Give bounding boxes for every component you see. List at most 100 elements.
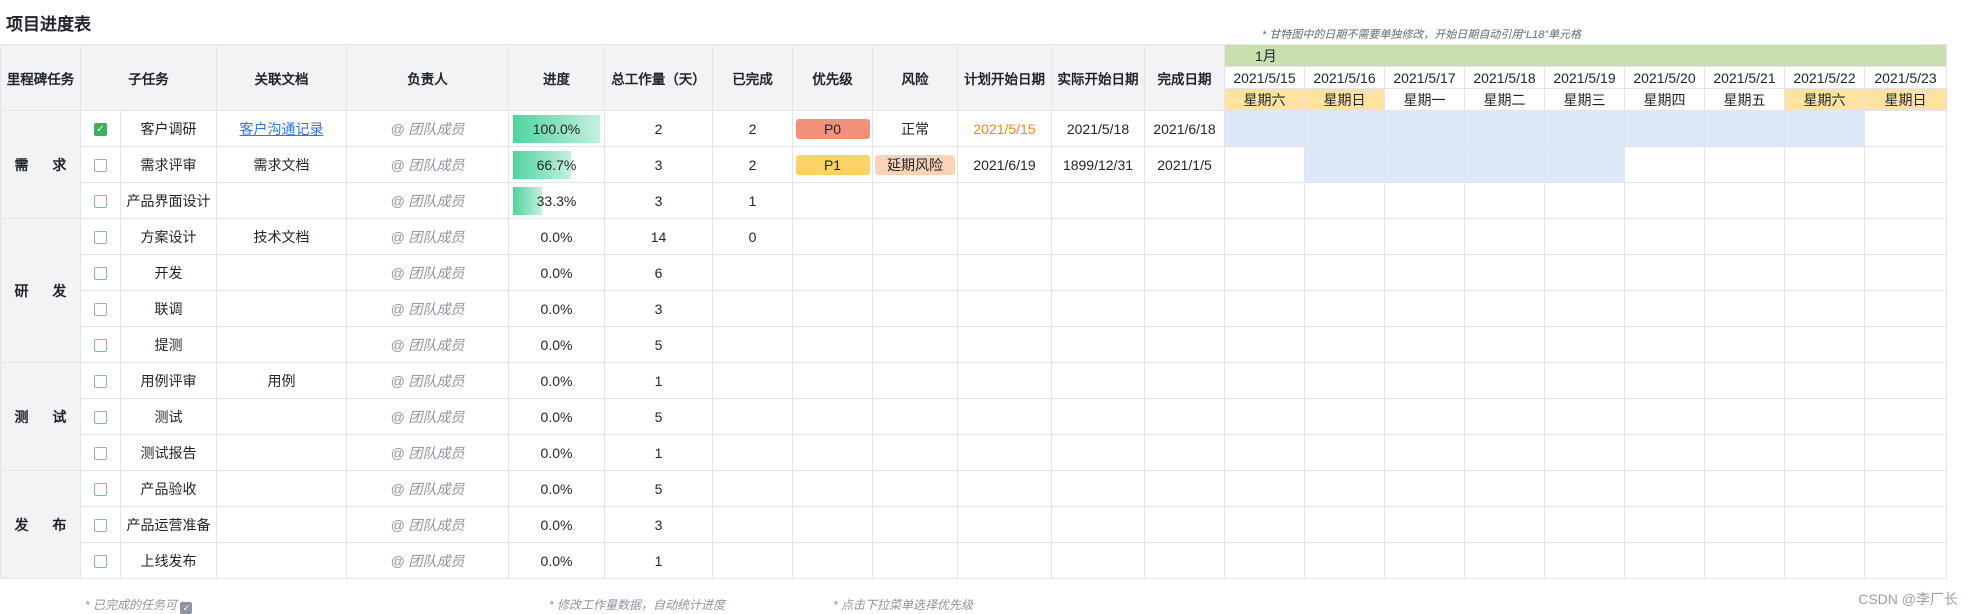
doc-cell[interactable]: 需求文档: [216, 146, 347, 183]
checkbox-icon[interactable]: [94, 339, 107, 353]
doc-cell[interactable]: [216, 290, 347, 327]
doc-cell[interactable]: [216, 470, 347, 507]
risk-cell[interactable]: 延期风险: [872, 146, 958, 183]
done-cell[interactable]: [712, 362, 793, 399]
risk-cell[interactable]: [872, 470, 958, 507]
priority-cell[interactable]: P1: [792, 146, 873, 183]
owner-cell[interactable]: @ 团队成员: [346, 146, 509, 183]
priority-tag[interactable]: P1: [795, 154, 870, 175]
plan-start-cell[interactable]: [957, 182, 1052, 219]
total-workload-cell[interactable]: 5: [604, 398, 713, 435]
risk-cell[interactable]: 正常: [872, 110, 958, 147]
risk-cell[interactable]: [872, 398, 958, 435]
priority-cell[interactable]: [792, 290, 873, 327]
subtask-cell[interactable]: 联调: [120, 290, 217, 327]
task-checkbox-cell[interactable]: [80, 398, 121, 435]
doc-cell[interactable]: [216, 434, 347, 471]
owner-cell[interactable]: @ 团队成员: [346, 362, 509, 399]
task-checkbox-cell[interactable]: [80, 326, 121, 363]
owner-cell[interactable]: @ 团队成员: [346, 110, 509, 147]
task-checkbox-cell[interactable]: [80, 434, 121, 471]
owner-cell[interactable]: @ 团队成员: [346, 326, 509, 363]
done-cell[interactable]: [712, 254, 793, 291]
finish-cell[interactable]: [1144, 506, 1225, 543]
task-checkbox-cell[interactable]: [80, 362, 121, 399]
actual-start-cell[interactable]: [1051, 254, 1145, 291]
risk-cell[interactable]: [872, 326, 958, 363]
actual-start-cell[interactable]: [1051, 470, 1145, 507]
plan-start-cell[interactable]: 2021/6/19: [957, 146, 1052, 183]
priority-cell[interactable]: [792, 182, 873, 219]
risk-cell[interactable]: [872, 542, 958, 579]
total-workload-cell[interactable]: 3: [604, 146, 713, 183]
doc-link[interactable]: 客户沟通记录: [240, 121, 324, 137]
priority-cell[interactable]: [792, 542, 873, 579]
plan-start-cell[interactable]: [957, 398, 1052, 435]
subtask-cell[interactable]: 上线发布: [120, 542, 217, 579]
task-checkbox-cell[interactable]: [80, 218, 121, 255]
actual-start-cell[interactable]: [1051, 182, 1145, 219]
finish-cell[interactable]: [1144, 470, 1225, 507]
doc-cell[interactable]: [216, 506, 347, 543]
checkbox-icon[interactable]: [94, 159, 107, 173]
finish-cell[interactable]: 2021/6/18: [1144, 110, 1225, 147]
total-workload-cell[interactable]: 2: [604, 110, 713, 147]
actual-start-cell[interactable]: [1051, 542, 1145, 579]
doc-cell[interactable]: 技术文档: [216, 218, 347, 255]
total-workload-cell[interactable]: 1: [604, 434, 713, 471]
finish-cell[interactable]: [1144, 218, 1225, 255]
checkbox-icon[interactable]: [94, 267, 107, 281]
finish-cell[interactable]: 2021/1/5: [1144, 146, 1225, 183]
done-cell[interactable]: [712, 470, 793, 507]
task-checkbox-cell[interactable]: ✓: [80, 110, 121, 147]
finish-cell[interactable]: [1144, 290, 1225, 327]
actual-start-cell[interactable]: 1899/12/31: [1051, 146, 1145, 183]
priority-tag[interactable]: P0: [795, 118, 870, 139]
priority-cell[interactable]: [792, 434, 873, 471]
checkbox-icon[interactable]: [94, 375, 107, 389]
actual-start-cell[interactable]: [1051, 362, 1145, 399]
task-checkbox-cell[interactable]: [80, 506, 121, 543]
subtask-cell[interactable]: 开发: [120, 254, 217, 291]
done-cell[interactable]: [712, 506, 793, 543]
owner-cell[interactable]: @ 团队成员: [346, 398, 509, 435]
owner-cell[interactable]: @ 团队成员: [346, 542, 509, 579]
total-workload-cell[interactable]: 3: [604, 290, 713, 327]
actual-start-cell[interactable]: [1051, 290, 1145, 327]
priority-cell[interactable]: [792, 326, 873, 363]
subtask-cell[interactable]: 产品验收: [120, 470, 217, 507]
subtask-cell[interactable]: 用例评审: [120, 362, 217, 399]
total-workload-cell[interactable]: 3: [604, 182, 713, 219]
checkbox-icon[interactable]: [94, 519, 107, 533]
finish-cell[interactable]: [1144, 254, 1225, 291]
finish-cell[interactable]: [1144, 182, 1225, 219]
done-cell[interactable]: 1: [712, 182, 793, 219]
checkbox-icon[interactable]: [94, 195, 107, 209]
done-cell[interactable]: [712, 398, 793, 435]
finish-cell[interactable]: [1144, 434, 1225, 471]
done-cell[interactable]: 0: [712, 218, 793, 255]
doc-cell[interactable]: 用例: [216, 362, 347, 399]
plan-start-cell[interactable]: 2021/5/15: [957, 110, 1052, 147]
actual-start-cell[interactable]: 2021/5/18: [1051, 110, 1145, 147]
risk-cell[interactable]: [872, 434, 958, 471]
done-cell[interactable]: [712, 542, 793, 579]
task-checkbox-cell[interactable]: [80, 290, 121, 327]
done-cell[interactable]: [712, 290, 793, 327]
total-workload-cell[interactable]: 1: [604, 542, 713, 579]
subtask-cell[interactable]: 方案设计: [120, 218, 217, 255]
plan-start-cell[interactable]: [957, 254, 1052, 291]
checkbox-icon[interactable]: [94, 303, 107, 317]
task-checkbox-cell[interactable]: [80, 146, 121, 183]
plan-start-cell[interactable]: [957, 218, 1052, 255]
task-checkbox-cell[interactable]: [80, 470, 121, 507]
plan-start-cell[interactable]: [957, 326, 1052, 363]
subtask-cell[interactable]: 产品运营准备: [120, 506, 217, 543]
subtask-cell[interactable]: 需求评审: [120, 146, 217, 183]
plan-start-cell[interactable]: [957, 434, 1052, 471]
checkbox-icon[interactable]: [94, 411, 107, 425]
doc-cell[interactable]: [216, 326, 347, 363]
done-cell[interactable]: 2: [712, 146, 793, 183]
doc-cell[interactable]: [216, 542, 347, 579]
checkbox-icon[interactable]: [94, 555, 107, 569]
